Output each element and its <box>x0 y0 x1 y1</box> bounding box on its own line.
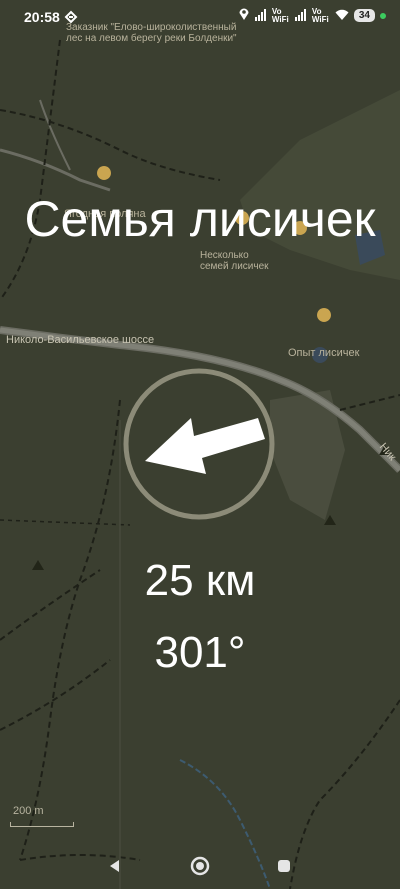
direction-arrow-icon <box>145 418 265 474</box>
navigation-bar <box>0 842 400 889</box>
target-name: Семья лисичек <box>24 191 376 247</box>
map-scale: 200 m <box>10 805 74 827</box>
signal-icon <box>294 8 307 24</box>
distance-value: 25 км <box>144 556 256 605</box>
home-icon <box>190 856 210 876</box>
location-icon <box>238 7 250 24</box>
wifi-icon <box>335 8 349 24</box>
status-bar: 20:58 Vo WiFi Vo WiFi 34 <box>0 0 400 34</box>
home-button[interactable] <box>186 852 214 880</box>
back-button[interactable] <box>100 852 128 880</box>
bearing-value: 301° <box>154 628 246 677</box>
status-time: 20:58 <box>24 9 60 25</box>
network-label-2: Vo WiFi <box>311 6 329 24</box>
map-label-several-families: Несколько семей лисичек <box>200 250 269 272</box>
arrow-icon <box>64 10 78 27</box>
scale-label: 200 m <box>13 805 44 817</box>
scale-line <box>10 822 74 827</box>
notification-dot-icon <box>380 12 386 19</box>
status-icons: Vo WiFi Vo WiFi 34 <box>238 7 386 24</box>
signal-icon <box>254 8 267 24</box>
map-label-experience: Опыт лисичек <box>288 347 360 359</box>
map-label-highway: Николо-Васильевское шоссе <box>6 334 155 346</box>
network-label-1: Vo WiFi <box>271 6 289 24</box>
battery-icon: 34 <box>353 9 375 22</box>
recents-icon <box>278 860 290 872</box>
back-icon <box>110 860 119 872</box>
recents-button[interactable] <box>270 852 298 880</box>
compass <box>121 366 277 522</box>
